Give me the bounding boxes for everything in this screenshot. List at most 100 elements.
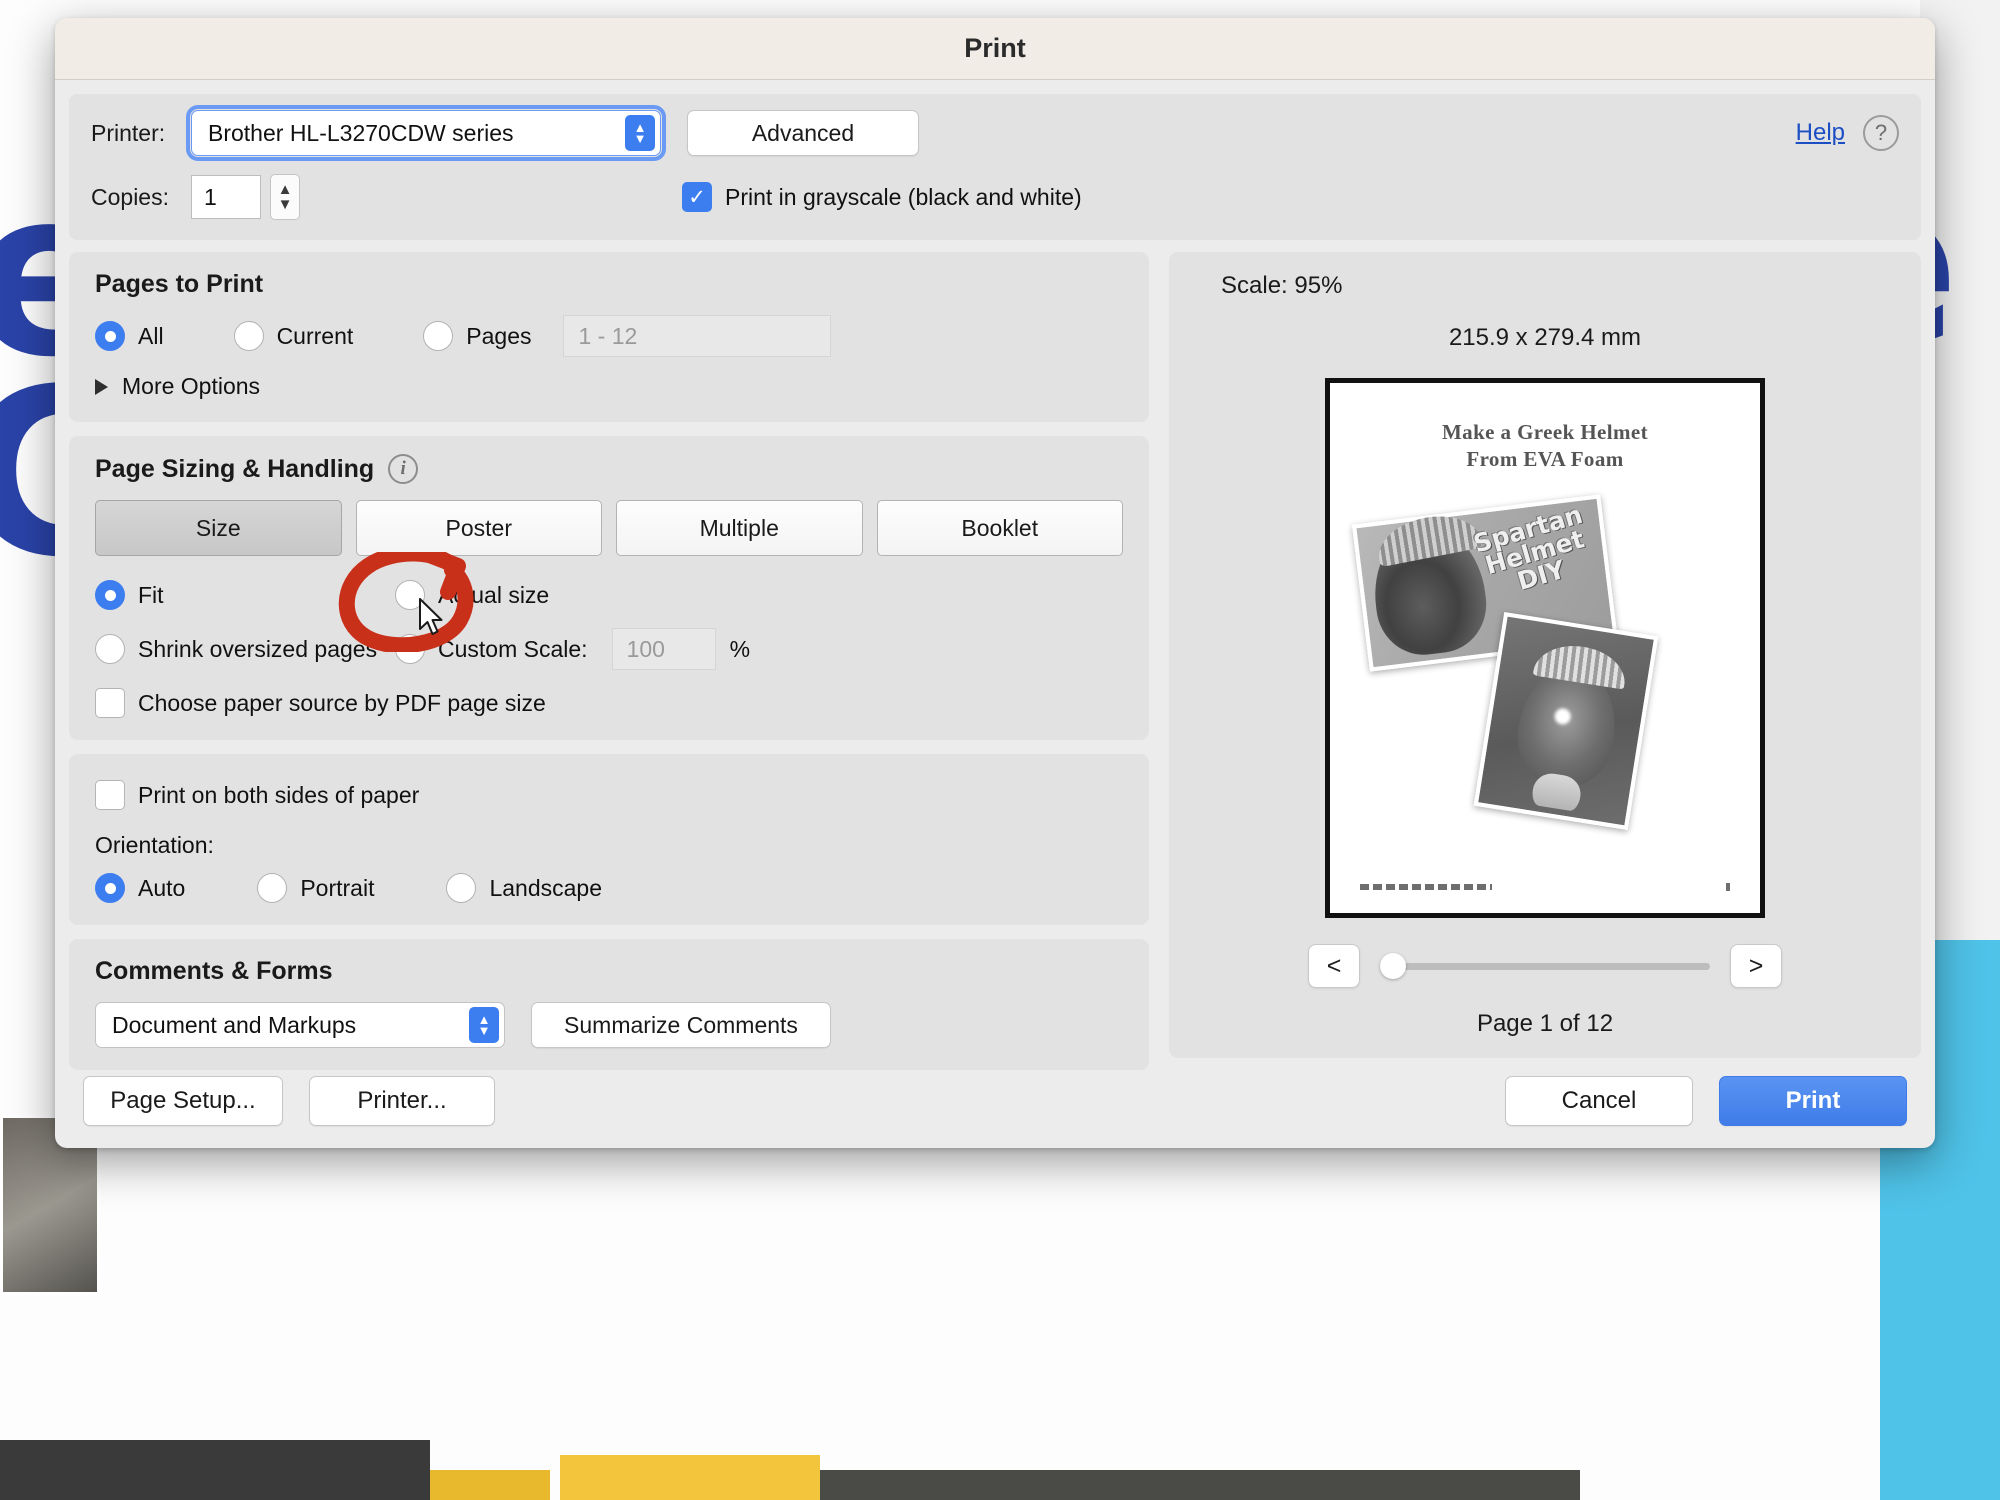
paper-source-row[interactable]: Choose paper source by PDF page size bbox=[95, 688, 1123, 718]
shrink-cell: Shrink oversized pages bbox=[95, 634, 395, 664]
preview-scale-row: Scale: 95% bbox=[1221, 272, 1342, 300]
info-icon[interactable]: i bbox=[388, 454, 419, 484]
radio-custom-scale-label: Custom Scale: bbox=[438, 635, 588, 662]
previous-page-button[interactable]: < bbox=[1308, 944, 1360, 988]
comments-forms-select[interactable]: Document and Markups ▲ ▼ bbox=[95, 1002, 505, 1048]
copies-stepper[interactable]: ▲ ▼ bbox=[270, 174, 300, 220]
dialog-titlebar: Print bbox=[55, 18, 1935, 80]
radio-actual-size-indicator bbox=[395, 580, 425, 610]
cancel-button[interactable]: Cancel bbox=[1505, 1076, 1693, 1126]
segment-multiple[interactable]: Multiple bbox=[616, 500, 863, 556]
page-sizing-panel: Page Sizing & Handling i Size Poster Mul… bbox=[69, 436, 1149, 740]
pages-range-input[interactable]: 1 - 12 bbox=[563, 315, 832, 357]
printer-label: Printer: bbox=[91, 119, 166, 146]
print-dialog: Print Printer: Brother HL-L3270CDW serie… bbox=[55, 18, 1935, 1148]
grayscale-checkbox[interactable]: ✓ bbox=[682, 182, 712, 212]
next-page-button[interactable]: > bbox=[1730, 944, 1782, 988]
printer-settings-strip: Printer: Brother HL-L3270CDW series ▲ ▼ A… bbox=[69, 94, 1921, 240]
radio-custom-scale[interactable]: Custom Scale: bbox=[395, 634, 588, 664]
radio-current-label: Current bbox=[276, 322, 354, 349]
comments-forms-value: Document and Markups bbox=[112, 1011, 357, 1038]
preview-scale-value: 95% bbox=[1294, 272, 1343, 299]
orientation-options: Auto Portrait Landscape bbox=[95, 873, 1123, 903]
question-mark-icon[interactable]: ? bbox=[1863, 115, 1899, 151]
chevron-updown-icon: ▲ ▼ bbox=[625, 115, 655, 151]
preview-dimensions: 215.9 x 279.4 mm bbox=[1448, 324, 1642, 351]
page-slider-knob[interactable] bbox=[1380, 953, 1406, 979]
more-options-toggle[interactable]: More Options bbox=[95, 373, 1123, 400]
print-button[interactable]: Print bbox=[1719, 1076, 1907, 1126]
radio-orientation-landscape[interactable]: Landscape bbox=[446, 873, 602, 903]
help-group: Help ? bbox=[1796, 115, 1899, 151]
page-preview-content: Make a Greek Helmet From EVA Foam Sparta… bbox=[1338, 391, 1752, 905]
scale-line-2: Shrink oversized pages Custom Scale: 100… bbox=[95, 628, 1123, 670]
paper-source-checkbox[interactable] bbox=[95, 688, 125, 718]
triangle-right-icon bbox=[95, 378, 108, 395]
page-preview[interactable]: Make a Greek Helmet From EVA Foam Sparta… bbox=[1325, 378, 1765, 918]
printer-select[interactable]: Brother HL-L3270CDW series ▲ ▼ bbox=[186, 105, 666, 161]
radio-portrait-label: Portrait bbox=[300, 874, 375, 901]
percent-sign: % bbox=[729, 635, 751, 662]
page-sizing-title: Page Sizing & Handling bbox=[95, 454, 375, 483]
preview-panel: Scale: 95% 215.9 x 279.4 mm Make a Greek… bbox=[1169, 252, 1921, 1058]
scale-options: Fit Actual size Shrink oversized pages C… bbox=[95, 580, 1123, 718]
custom-scale-cell: Custom Scale: 100 % bbox=[395, 628, 750, 670]
preview-page-number bbox=[1726, 883, 1730, 891]
paper-source-label: Choose paper source by PDF page size bbox=[138, 689, 546, 716]
grayscale-checkbox-row[interactable]: ✓ Print in grayscale (black and white) bbox=[682, 182, 1082, 212]
more-options-label: More Options bbox=[122, 373, 261, 399]
preview-photo-bottom bbox=[1473, 612, 1659, 830]
chevron-updown-icon: ▲ ▼ bbox=[469, 1007, 499, 1043]
radio-pages[interactable]: Pages bbox=[423, 321, 531, 351]
radio-all-label: All bbox=[138, 322, 164, 349]
radio-portrait-indicator bbox=[257, 873, 288, 903]
radio-fit[interactable]: Fit bbox=[95, 580, 395, 610]
preview-title-line-2: From EVA Foam bbox=[1466, 446, 1624, 471]
radio-shrink-indicator bbox=[95, 634, 125, 664]
both-sides-label: Print on both sides of paper bbox=[138, 781, 420, 808]
help-link[interactable]: Help bbox=[1796, 119, 1845, 147]
copies-input[interactable]: 1 bbox=[191, 175, 261, 219]
chevron-down-icon: ▼ bbox=[277, 196, 293, 213]
settings-column: Pages to Print All Current Pages 1 - 12 bbox=[69, 252, 1149, 1070]
printer-button[interactable]: Printer... bbox=[309, 1076, 495, 1126]
segment-poster[interactable]: Poster bbox=[355, 500, 602, 556]
copies-label: Copies: bbox=[91, 183, 169, 210]
radio-fit-label: Fit bbox=[138, 581, 164, 608]
background-dark-band-left bbox=[0, 1440, 430, 1500]
pages-to-print-options: All Current Pages 1 - 12 bbox=[95, 315, 1123, 357]
comments-forms-row: Document and Markups ▲ ▼ Summarize Commen… bbox=[95, 1002, 1123, 1048]
radio-auto-label: Auto bbox=[138, 874, 186, 901]
page-setup-button[interactable]: Page Setup... bbox=[83, 1076, 283, 1126]
segment-booklet[interactable]: Booklet bbox=[876, 500, 1123, 556]
custom-scale-input[interactable]: 100 bbox=[611, 628, 716, 670]
preview-column: Scale: 95% 215.9 x 279.4 mm Make a Greek… bbox=[1169, 252, 1921, 1058]
radio-current-indicator bbox=[233, 321, 264, 351]
segment-size[interactable]: Size bbox=[95, 500, 342, 556]
printer-select-value: Brother HL-L3270CDW series bbox=[208, 119, 514, 146]
page-slider[interactable] bbox=[1380, 953, 1710, 979]
radio-custom-scale-indicator bbox=[395, 634, 425, 664]
radio-all[interactable]: All bbox=[95, 321, 164, 351]
radio-shrink-label: Shrink oversized pages bbox=[138, 635, 378, 662]
summarize-comments-button[interactable]: Summarize Comments bbox=[531, 1002, 831, 1048]
scale-line-1: Fit Actual size bbox=[95, 580, 1123, 610]
both-sides-checkbox[interactable] bbox=[95, 780, 125, 810]
radio-orientation-auto[interactable]: Auto bbox=[95, 873, 185, 903]
radio-actual-size[interactable]: Actual size bbox=[395, 580, 549, 610]
both-sides-row[interactable]: Print on both sides of paper bbox=[95, 780, 1123, 810]
preview-photo-text: Spartan Helmet DIY bbox=[1463, 500, 1606, 604]
dialog-body: Pages to Print All Current Pages 1 - 12 bbox=[55, 240, 1935, 1070]
duplex-orientation-panel: Print on both sides of paper Orientation… bbox=[69, 754, 1149, 925]
radio-shrink-oversized[interactable]: Shrink oversized pages bbox=[95, 634, 395, 664]
preview-page-footer bbox=[1360, 883, 1730, 891]
preview-document-title: Make a Greek Helmet From EVA Foam bbox=[1338, 419, 1752, 473]
orientation-label: Orientation: bbox=[95, 832, 214, 858]
comments-forms-title: Comments & Forms bbox=[95, 957, 333, 985]
page-slider-track bbox=[1380, 962, 1710, 970]
background-dark-band-right bbox=[820, 1470, 1580, 1500]
radio-orientation-portrait[interactable]: Portrait bbox=[257, 873, 374, 903]
radio-current[interactable]: Current bbox=[233, 321, 354, 351]
page-navigation: < > bbox=[1193, 944, 1897, 988]
advanced-button[interactable]: Advanced bbox=[687, 110, 919, 156]
